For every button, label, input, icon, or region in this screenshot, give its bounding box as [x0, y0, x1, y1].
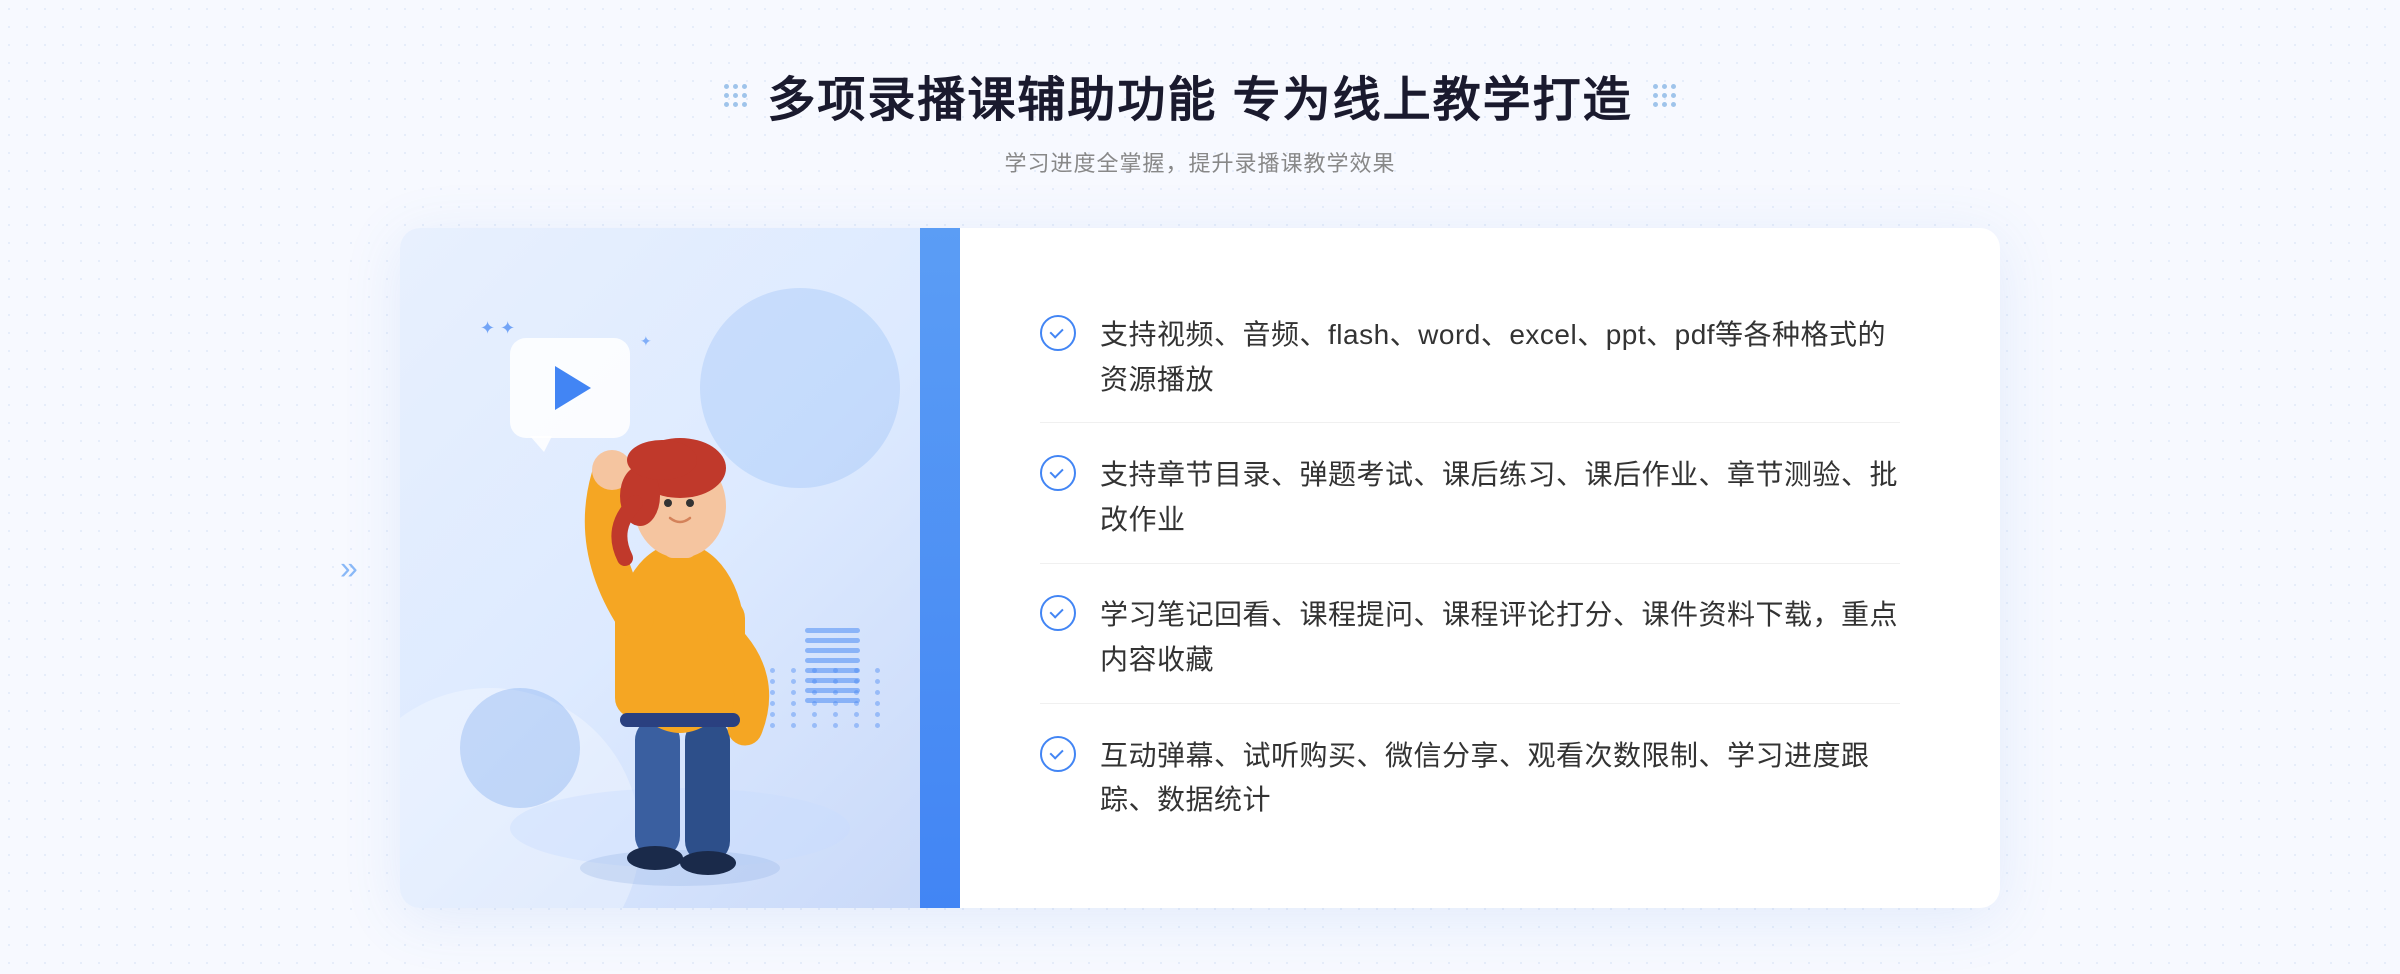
- feature-text-3: 学习笔记回看、课程提问、课程评论打分、课件资料下载，重点内容收藏: [1100, 593, 1900, 683]
- feature-item-2: 支持章节目录、弹题考试、课后练习、课后作业、章节测验、批改作业: [1040, 433, 1900, 564]
- feature-item-4: 互动弹幕、试听购买、微信分享、观看次数限制、学习进度跟踪、数据统计: [1040, 714, 1900, 844]
- illustration-area: ✦ ✦ ✦: [400, 228, 960, 908]
- check-icon-2: [1040, 455, 1076, 491]
- page-subtitle: 学习进度全掌握，提升录播课教学效果: [724, 146, 1675, 178]
- header-section: 多项录播课辅助功能 专为线上教学打造 学习进度全掌握，提升录播课教学效果: [724, 60, 1675, 178]
- check-icon-1: [1040, 315, 1076, 351]
- check-icon-3: [1040, 595, 1076, 631]
- page-wrapper: 多项录播课辅助功能 专为线上教学打造 学习进度全掌握，提升录播课教学效果 »: [0, 0, 2400, 974]
- main-card: » ✦ ✦ ✦: [400, 228, 2000, 908]
- title-dots-left: [724, 84, 747, 107]
- star-decoration-left: ✦ ✦: [480, 318, 515, 339]
- content-area: 多项录播课辅助功能 专为线上教学打造 学习进度全掌握，提升录播课教学效果 »: [0, 60, 2400, 908]
- title-dots-right: [1653, 84, 1676, 107]
- feature-text-1: 支持视频、音频、flash、word、excel、ppt、pdf等各种格式的资源…: [1100, 313, 1900, 403]
- chevron-icon: »: [340, 550, 358, 586]
- features-area: 支持视频、音频、flash、word、excel、ppt、pdf等各种格式的资源…: [960, 228, 2000, 908]
- feature-text-4: 互动弹幕、试听购买、微信分享、观看次数限制、学习进度跟踪、数据统计: [1100, 734, 1900, 824]
- feature-item-3: 学习笔记回看、课程提问、课程评论打分、课件资料下载，重点内容收藏: [1040, 573, 1900, 704]
- left-chevrons: »: [340, 550, 358, 587]
- feature-text-2: 支持章节目录、弹题考试、课后练习、课后作业、章节测验、批改作业: [1100, 453, 1900, 543]
- page-title: 多项录播课辅助功能 专为线上教学打造: [767, 60, 1632, 130]
- blue-stripe: [920, 228, 960, 908]
- person-figure: [480, 348, 860, 908]
- feature-item-1: 支持视频、音频、flash、word、excel、ppt、pdf等各种格式的资源…: [1040, 293, 1900, 424]
- title-row: 多项录播课辅助功能 专为线上教学打造: [724, 60, 1675, 130]
- check-icon-4: [1040, 736, 1076, 772]
